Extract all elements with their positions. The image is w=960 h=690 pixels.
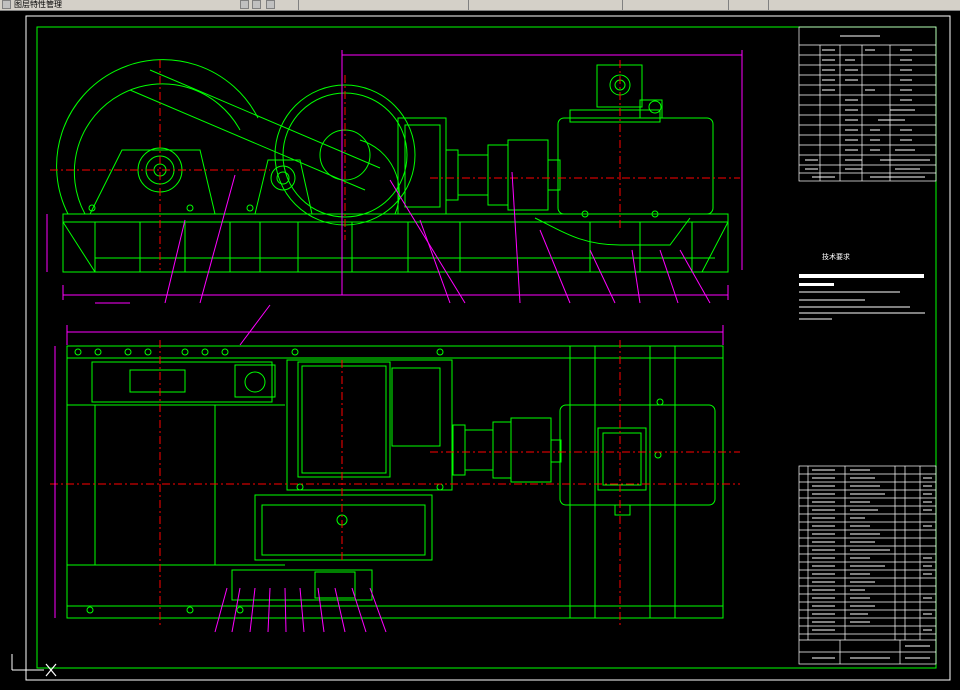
paper-border [25, 15, 951, 681]
front-centerlines [50, 60, 740, 270]
table-text-marks [805, 35, 932, 659]
plan-centerlines [50, 340, 740, 625]
front-dimensions [46, 50, 743, 304]
drawing-canvas[interactable]: 技术要求 [0, 0, 960, 690]
front-elevation-view [56, 59, 729, 273]
tech-req-title: 技术要求 [822, 252, 850, 261]
drawing-frame [36, 26, 937, 669]
plan-view [66, 345, 724, 619]
ucs-icon [11, 654, 57, 677]
tech-requirements: 技术要求 [799, 252, 925, 320]
parts-list [798, 465, 937, 665]
plan-dimensions [54, 304, 724, 633]
